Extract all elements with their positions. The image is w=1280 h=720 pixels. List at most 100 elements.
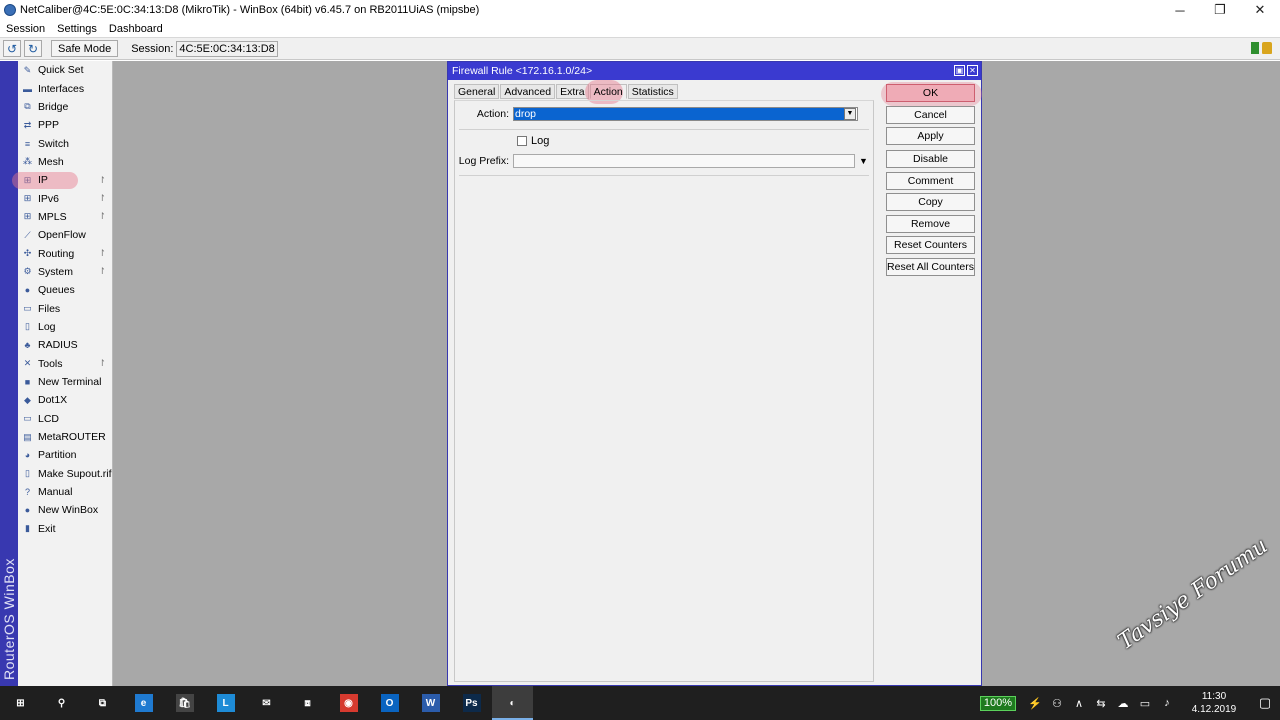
sidebar-item-queues[interactable]: ● Queues (18, 281, 112, 299)
winbox-taskbar-icon[interactable]: ◐ (492, 686, 533, 720)
copy-button[interactable]: Copy (886, 193, 975, 211)
sidebar-item-label: New Terminal (38, 376, 102, 389)
minimize-button[interactable]: ─ (1160, 0, 1200, 20)
sidebar-item-partition[interactable]: ◕ Partition (18, 446, 112, 464)
sidebar-item-label: RADIUS (38, 339, 78, 352)
sidebar-item-ip[interactable]: ⊞ IP ↾ (12, 171, 112, 190)
tab-extra[interactable]: Extra (556, 84, 589, 99)
tab-action[interactable]: Action (584, 80, 627, 104)
sidebar-item-exit[interactable]: ▮ Exit (18, 520, 112, 538)
close-button[interactable]: ✕ (1240, 0, 1280, 20)
log-prefix-input[interactable] (513, 154, 855, 168)
sidebar-item-label: Bridge (38, 100, 69, 113)
tab-label: Action (593, 85, 623, 98)
menu-dashboard[interactable]: Dashboard (103, 23, 169, 35)
menu-session[interactable]: Session (0, 23, 51, 35)
cloud-icon[interactable]: ☁ (1112, 697, 1134, 710)
store-icon[interactable]: 🛍 (164, 686, 205, 720)
task-view-icon[interactable]: ⧉ (82, 686, 123, 720)
sidebar-item-files[interactable]: ▭ Files (18, 299, 112, 317)
people-icon[interactable]: ⚇ (1046, 697, 1068, 710)
reset-counters-button[interactable]: Reset Counters (886, 236, 975, 254)
sidebar-item-quick-set[interactable]: ✎ Quick Set (18, 61, 112, 79)
sidebar-item-bridge[interactable]: ⧉ Bridge (18, 98, 112, 116)
dialog-title-bar[interactable]: Firewall Rule <172.16.1.0/24> ▣ ✕ (448, 62, 981, 80)
maximize-button[interactable]: ❐ (1200, 0, 1240, 20)
sidebar-item-system[interactable]: ⚙ System ↾ (18, 263, 112, 281)
quick-set-icon: ✎ (23, 64, 32, 75)
log-checkbox[interactable] (517, 136, 527, 146)
outlook-icon[interactable]: O (369, 686, 410, 720)
sidebar-item-metarouter[interactable]: ▤ MetaROUTER (18, 428, 112, 446)
sidebar-item-ipv6[interactable]: ⊞ IPv6 ↾ (18, 189, 112, 207)
sidebar-item-new-winbox[interactable]: ● New WinBox (18, 501, 112, 519)
reset-all-counters-button[interactable]: Reset All Counters (886, 257, 975, 276)
tab-advanced[interactable]: Advanced (500, 84, 556, 99)
comment-button[interactable]: Comment (886, 171, 975, 190)
cancel-button[interactable]: Cancel (886, 105, 975, 124)
sidebar-item-ppp[interactable]: ⇄ PPP (18, 116, 112, 134)
sidebar-item-label: Make Supout.rif (38, 467, 112, 480)
menu-settings[interactable]: Settings (51, 23, 103, 35)
tab-label: General (458, 85, 496, 98)
mail-icon[interactable]: ✉ (246, 686, 287, 720)
sidebar-item-radius[interactable]: ♣ RADIUS (18, 336, 112, 354)
dialog-maximize-icon[interactable]: ▣ (954, 65, 965, 76)
tab-statistics[interactable]: Statistics (627, 84, 678, 99)
manual-icon: ? (24, 487, 30, 498)
l-app-icon[interactable]: L (205, 686, 246, 720)
sidebar-item-openflow[interactable]: ⟋ OpenFlow (18, 226, 112, 244)
sidebar-item-make-supout-rif[interactable]: ▯ Make Supout.rif (18, 465, 112, 483)
undo-icon[interactable]: ↺ (3, 40, 21, 57)
dropdown-arrow-icon[interactable]: ▼ (844, 108, 856, 120)
start-button[interactable]: ⊞ (0, 686, 41, 720)
dialog-close-icon[interactable]: ✕ (967, 65, 978, 76)
remove-button[interactable]: Remove (886, 214, 975, 233)
sidebar-item-dot1x[interactable]: ◆ Dot1X (18, 391, 112, 409)
sidebar-item-manual[interactable]: ? Manual (18, 483, 112, 501)
sidebar-item-label: MetaROUTER (38, 431, 106, 444)
volume-icon[interactable]: ♪ (1156, 697, 1178, 709)
sidebar-item-log[interactable]: ▯ Log (18, 318, 112, 336)
log-prefix-dropdown-icon[interactable]: ▼ (859, 156, 868, 166)
session-field[interactable]: 4C:5E:0C:34:13:D8 (176, 40, 278, 57)
lcd-icon: ▭ (23, 413, 32, 424)
apply-button[interactable]: Apply (886, 127, 975, 145)
ok-button[interactable]: OK (881, 82, 982, 106)
disable-button[interactable]: Disable (886, 150, 975, 168)
photoshop-icon[interactable]: Ps (451, 686, 492, 720)
clock[interactable]: 11:30 4.12.2019 (1184, 690, 1244, 716)
battery-indicator[interactable]: 100% (979, 695, 1016, 711)
monitor-icon[interactable]: ▭ (1134, 697, 1156, 710)
sidebar-item-label: Quick Set (38, 64, 84, 77)
sidebar-item-routing[interactable]: ✣ Routing ↾ (18, 244, 112, 262)
sidebar-item-tools[interactable]: ✕ Tools ↾ (18, 355, 112, 373)
network-icon[interactable]: ⇆ (1090, 697, 1112, 710)
edge-icon[interactable]: e (123, 686, 164, 720)
tab-general[interactable]: General (454, 84, 500, 99)
word-icon[interactable]: W (410, 686, 451, 720)
sidebar-item-label: Queues (38, 284, 75, 297)
safe-mode-button[interactable]: Safe Mode (51, 40, 119, 57)
taskbar-glyph: W (421, 694, 440, 712)
sidebar-item-label: Files (38, 302, 61, 315)
sidebar-item-label: Switch (38, 137, 69, 150)
power-icon[interactable]: ⚡ (1024, 697, 1046, 710)
notification-icon[interactable]: ▢ (1250, 695, 1280, 711)
redo-icon[interactable]: ↻ (24, 40, 42, 57)
sidebar-item-interfaces[interactable]: ▬ Interfaces (18, 79, 112, 97)
search-icon[interactable]: ⚲ (41, 686, 82, 720)
chevron-up-icon[interactable]: ∧ (1068, 697, 1090, 710)
sidebar-item-lcd[interactable]: ▭ LCD (18, 410, 112, 428)
sidebar-item-label: System (38, 265, 74, 278)
chrome-icon[interactable]: ◉ (328, 686, 369, 720)
taskbar-glyph: 🛍 (175, 694, 194, 712)
files-icon: ▭ (23, 303, 32, 314)
sidebar-item-mesh[interactable]: ⁂ Mesh (18, 153, 112, 171)
action-select[interactable]: drop ▼ (513, 107, 858, 121)
sidebar-item-switch[interactable]: ≡ Switch (18, 134, 112, 152)
app-icon[interactable]: ⧈ (287, 686, 328, 720)
sidebar-item-label: MPLS (38, 210, 67, 223)
sidebar-item-mpls[interactable]: ⊞ MPLS ↾ (18, 208, 112, 226)
sidebar-item-new-terminal[interactable]: ■ New Terminal (18, 373, 112, 391)
